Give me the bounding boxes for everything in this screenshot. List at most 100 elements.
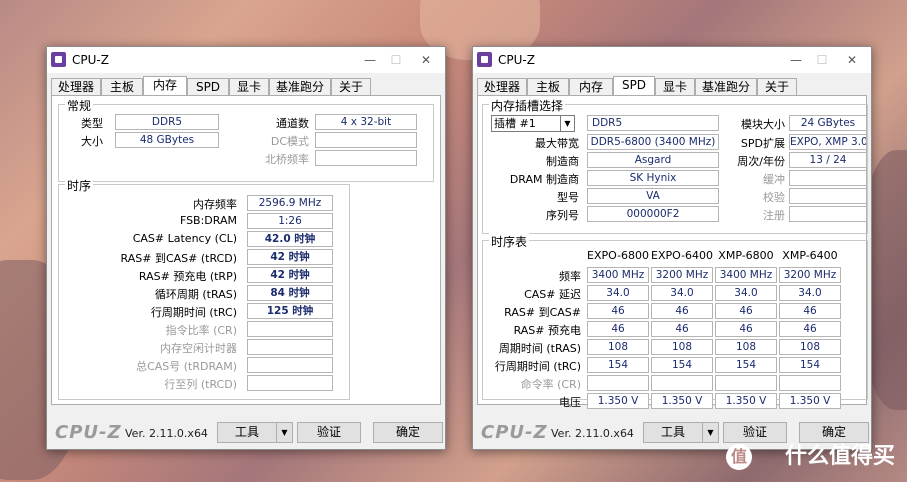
- tab-0[interactable]: 处理器: [51, 78, 101, 96]
- timing-cell: 3400 MHz: [715, 267, 777, 283]
- tab-4[interactable]: 显卡: [655, 78, 695, 96]
- title-bar[interactable]: CPU-Z — ☐ ✕: [473, 47, 871, 73]
- timing-cell: 34.0: [651, 285, 713, 301]
- tab-5[interactable]: 基准跑分: [695, 78, 757, 96]
- tab-2[interactable]: 内存: [569, 78, 613, 96]
- spd-extension-label: SPD扩展: [740, 137, 785, 150]
- window-title: CPU-Z: [498, 53, 535, 67]
- tab-6[interactable]: 关于: [331, 78, 371, 96]
- tab-5[interactable]: 基准跑分: [269, 78, 331, 96]
- timing-row-label: 频率: [559, 270, 581, 283]
- timing-cell: [779, 375, 841, 391]
- tab-0[interactable]: 处理器: [477, 78, 527, 96]
- part-number-value: VA: [587, 188, 719, 204]
- module-size-label: 模块大小: [741, 118, 785, 131]
- timing-cell: [715, 375, 777, 391]
- timing-table-group: 时序表 EXPO-6800 EXPO-6400 XMP-6800 XMP-6400 频率…: [482, 233, 868, 409]
- timings-group: 时序 内存频率 2596.9 MHz FSB:DRAM 1:26 CAS# Latenc…: [58, 177, 350, 400]
- slot-select[interactable]: 插槽 #1 ▼: [491, 115, 575, 132]
- close-icon[interactable]: ✕: [839, 47, 865, 73]
- general-group: 常规 类型 DDR5 大小 48 GBytes 通道数 4 x 32-bit D…: [58, 97, 434, 182]
- tools-dropdown-icon[interactable]: ▼: [702, 422, 719, 443]
- timing-cell: [651, 375, 713, 391]
- tools-dropdown-icon[interactable]: ▼: [276, 422, 293, 443]
- watermark-text: 什么值得买: [784, 444, 895, 469]
- timing-cell: 154: [779, 357, 841, 373]
- timing-value: [247, 321, 333, 337]
- timing-cell: 3200 MHz: [779, 267, 841, 283]
- tab-3[interactable]: SPD: [613, 76, 655, 97]
- timing-cell: 46: [651, 303, 713, 319]
- timing-cell: 34.0: [779, 285, 841, 301]
- validate-button[interactable]: 验证: [723, 422, 787, 443]
- max-bandwidth-value: DDR5-6800 (3400 MHz): [587, 134, 719, 150]
- tools-button[interactable]: 工具: [643, 422, 703, 443]
- timing-cell: 34.0: [715, 285, 777, 301]
- timing-value: 125 时钟: [247, 303, 333, 319]
- channels-value: 4 x 32-bit: [315, 114, 417, 130]
- chevron-down-icon[interactable]: ▼: [560, 116, 574, 131]
- tab-bar: 处理器 主板 内存 SPD 显卡 基准跑分 关于: [51, 76, 441, 97]
- max-bandwidth-label: 最大带宽: [535, 137, 579, 150]
- timing-cell: 154: [715, 357, 777, 373]
- timing-value: [247, 357, 333, 373]
- timing-row-label: 命令率 (CR): [520, 378, 581, 391]
- timing-cell: 46: [779, 321, 841, 337]
- timing-cell: 108: [651, 339, 713, 355]
- timing-value: 84 时钟: [247, 285, 333, 301]
- timing-row-label: RAS# 到CAS#: [504, 306, 581, 319]
- timing-label: RAS# 到CAS# (tRCD): [120, 252, 237, 265]
- timing-cell: 108: [587, 339, 649, 355]
- tab-1[interactable]: 主板: [527, 78, 569, 96]
- timing-label: 内存频率: [193, 198, 237, 211]
- watermark-logo-icon: 值: [726, 444, 752, 470]
- manufacturer-value: Asgard: [587, 152, 719, 168]
- minimize-icon[interactable]: —: [357, 47, 383, 73]
- timing-row-label: 周期时间 (tRAS): [498, 342, 581, 355]
- dc-mode-label: DC模式: [270, 135, 309, 148]
- registered-value: [789, 206, 867, 222]
- size-label: 大小: [81, 135, 103, 148]
- registered-label: 注册: [763, 209, 785, 222]
- timing-value: [247, 375, 333, 391]
- correction-value: [789, 188, 867, 204]
- tab-6[interactable]: 关于: [757, 78, 797, 96]
- timing-cell: 46: [651, 321, 713, 337]
- ok-button[interactable]: 确定: [373, 422, 443, 443]
- timing-label: CAS# Latency (CL): [132, 232, 237, 245]
- minimize-icon[interactable]: —: [783, 47, 809, 73]
- maximize-icon[interactable]: ☐: [383, 47, 409, 73]
- validate-button[interactable]: 验证: [297, 422, 361, 443]
- tab-3[interactable]: SPD: [187, 78, 229, 96]
- timing-cell: 46: [779, 303, 841, 319]
- serial-number-label: 序列号: [546, 209, 579, 222]
- dc-mode-value: [315, 132, 417, 148]
- timing-value: 42 时钟: [247, 267, 333, 283]
- cpuz-window-spd: CPU-Z — ☐ ✕ 处理器 主板 内存 SPD 显卡 基准跑分 关于 内存插槽选择 插槽…: [472, 46, 872, 450]
- timing-cell: 34.0: [587, 285, 649, 301]
- tools-button[interactable]: 工具: [217, 422, 277, 443]
- timing-value: 2596.9 MHz: [247, 195, 333, 211]
- tab-1[interactable]: 主板: [101, 78, 143, 96]
- group-legend: 时序: [65, 177, 94, 194]
- tab-2[interactable]: 内存: [143, 76, 187, 97]
- title-bar[interactable]: CPU-Z — ☐ ✕: [47, 47, 445, 73]
- timing-column-header: XMP-6400: [782, 249, 838, 262]
- close-icon[interactable]: ✕: [413, 47, 439, 73]
- version-text: Ver. 2.11.0.x64: [125, 427, 208, 440]
- dram-manufacturer-value: SK Hynix: [587, 170, 719, 186]
- dram-manufacturer-label: DRAM 制造商: [509, 173, 579, 186]
- memory-panel: 常规 类型 DDR5 大小 48 GBytes 通道数 4 x 32-bit D…: [51, 95, 441, 405]
- tab-4[interactable]: 显卡: [229, 78, 269, 96]
- northbridge-label: 北桥频率: [265, 153, 309, 166]
- maximize-icon[interactable]: ☐: [809, 47, 835, 73]
- timing-cell: [587, 375, 649, 391]
- channels-label: 通道数: [276, 117, 309, 130]
- timing-label: 指令比率 (CR): [165, 324, 237, 337]
- timing-row-label: 行周期时间 (tRC): [494, 360, 581, 373]
- timing-label: 行至列 (tRCD): [164, 378, 237, 391]
- version-text: Ver. 2.11.0.x64: [551, 427, 634, 440]
- slot-select-value: 插槽 #1: [494, 117, 536, 130]
- buffered-label: 缓冲: [763, 173, 785, 186]
- timing-label: 内存空闲计时器: [160, 342, 237, 355]
